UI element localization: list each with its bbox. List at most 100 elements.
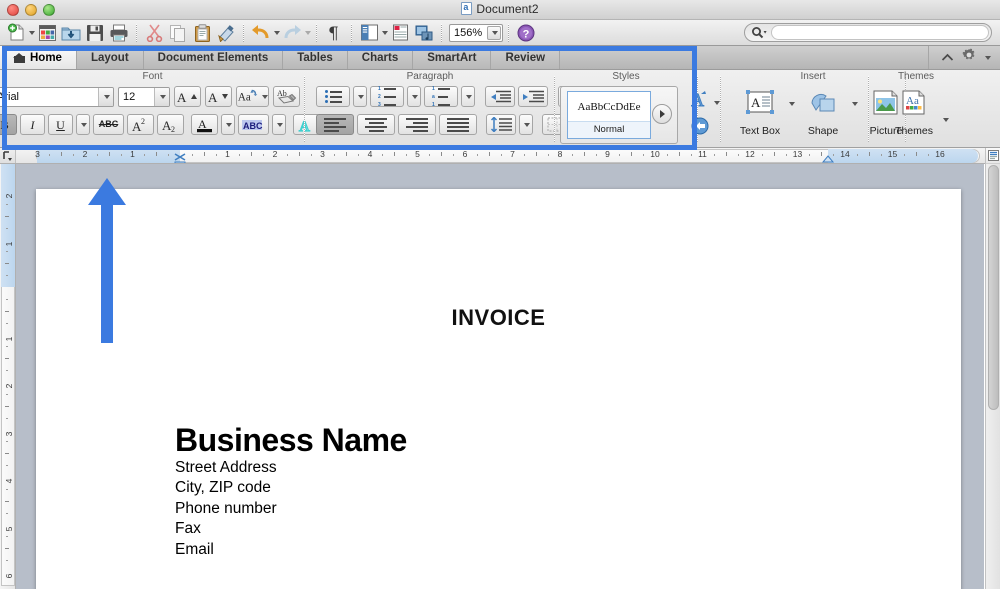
- help-button[interactable]: ?: [514, 22, 538, 44]
- magnifier-icon[interactable]: [751, 26, 767, 39]
- increase-indent-button[interactable]: [518, 86, 548, 107]
- print-button[interactable]: [107, 22, 131, 44]
- tab-document-elements[interactable]: Document Elements: [144, 46, 284, 69]
- template-gallery-button[interactable]: [35, 22, 59, 44]
- notebook-layout-button[interactable]: [388, 22, 412, 44]
- styles-gallery[interactable]: AaBbCcDdEe Normal: [560, 86, 678, 144]
- chevron-down-icon[interactable]: [305, 31, 311, 35]
- chevron-down-icon[interactable]: [98, 88, 113, 106]
- ruler-tick: [61, 152, 62, 156]
- styles-scroll-button[interactable]: [652, 104, 672, 124]
- font-size-combobox[interactable]: 12: [118, 87, 170, 107]
- ruler-number: 2: [4, 194, 14, 199]
- ruler-tick: [786, 154, 787, 156]
- cut-button[interactable]: [142, 22, 166, 44]
- align-center-button[interactable]: [357, 114, 395, 135]
- font-color-button[interactable]: A: [191, 114, 218, 135]
- underline-button[interactable]: U: [48, 114, 73, 135]
- line-spacing-options-button[interactable]: [519, 114, 533, 135]
- vertical-scrollbar[interactable]: [985, 148, 1000, 589]
- copy-button[interactable]: [166, 22, 190, 44]
- chevron-down-icon[interactable]: [985, 56, 991, 60]
- left-indent-marker[interactable]: [173, 156, 187, 164]
- sidebar-button[interactable]: [357, 22, 381, 44]
- themes-button[interactable]: Aa Themes: [886, 88, 942, 137]
- document-view-button[interactable]: [986, 148, 1000, 164]
- wordart-icon[interactable]: A: [691, 90, 713, 115]
- ruler-tick: [216, 154, 217, 156]
- right-indent-marker[interactable]: [821, 152, 835, 164]
- ruler-tick: [6, 299, 8, 300]
- open-button[interactable]: [59, 22, 83, 44]
- ruler-tick: [881, 154, 882, 156]
- show-formatting-button[interactable]: ¶: [322, 22, 346, 44]
- gear-icon[interactable]: [962, 48, 976, 67]
- save-button[interactable]: [83, 22, 107, 44]
- shape-button[interactable]: Shape: [795, 88, 851, 137]
- change-case-button[interactable]: Aa: [236, 86, 269, 107]
- align-left-button[interactable]: [316, 114, 354, 135]
- bold-button[interactable]: B: [0, 114, 17, 135]
- redo-button[interactable]: [280, 22, 304, 44]
- underline-options-button[interactable]: [76, 114, 90, 135]
- svg-text:2: 2: [171, 125, 175, 132]
- search-box[interactable]: [744, 23, 992, 42]
- font-color-options-button[interactable]: [221, 114, 235, 135]
- multilevel-list-button[interactable]: 1a1: [424, 86, 458, 107]
- paste-button[interactable]: [190, 22, 214, 44]
- ruler-tick: [6, 536, 8, 537]
- tab-tables[interactable]: Tables: [283, 46, 348, 69]
- new-document-button[interactable]: [4, 22, 28, 44]
- ruler-tick: [489, 152, 490, 156]
- tab-home[interactable]: Home: [0, 46, 77, 69]
- subscript-button[interactable]: A2: [157, 114, 184, 135]
- tab-layout[interactable]: Layout: [77, 46, 144, 69]
- bullets-button[interactable]: [316, 86, 350, 107]
- zoom-level-combobox[interactable]: 156%: [449, 24, 503, 42]
- ruler-tick: [287, 154, 288, 156]
- chevron-down-icon[interactable]: [154, 88, 169, 106]
- horizontal-ruler[interactable]: 32112345678910111213141516: [0, 148, 1000, 164]
- italic-button[interactable]: I: [20, 114, 45, 135]
- text-callout-icon[interactable]: [691, 116, 713, 141]
- align-right-button[interactable]: [398, 114, 436, 135]
- ruler-tick: [311, 154, 312, 156]
- tab-charts[interactable]: Charts: [348, 46, 413, 69]
- tab-smartart[interactable]: SmartArt: [413, 46, 491, 69]
- line-spacing-button[interactable]: [486, 114, 516, 135]
- numbering-options-button[interactable]: [407, 86, 421, 107]
- text-box-button[interactable]: A Text Box: [732, 88, 788, 137]
- toolbar-separator: [441, 24, 442, 42]
- highlight-options-button[interactable]: [272, 114, 286, 135]
- ruler-tick: [6, 323, 8, 324]
- document-page[interactable]: INVOICE Business Name Street Address Cit…: [36, 189, 961, 589]
- ruler-number: 3: [320, 149, 325, 159]
- justify-button[interactable]: [439, 114, 477, 135]
- style-item-normal[interactable]: AaBbCcDdEe Normal: [567, 91, 651, 139]
- format-painter-button[interactable]: [214, 22, 238, 44]
- font-name-combobox[interactable]: Arial: [0, 87, 114, 107]
- highlight-button[interactable]: ABC: [238, 114, 269, 135]
- ruler-tick: [49, 154, 50, 156]
- document-workspace[interactable]: INVOICE Business Name Street Address Cit…: [16, 164, 984, 589]
- vertical-ruler[interactable]: 21123456: [0, 164, 16, 589]
- multilevel-list-options-button[interactable]: [461, 86, 475, 107]
- strikethrough-button[interactable]: ABC: [93, 114, 124, 135]
- tab-review[interactable]: Review: [491, 46, 560, 69]
- chevron-down-icon[interactable]: [943, 118, 949, 122]
- superscript-button[interactable]: A2: [127, 114, 154, 135]
- chevron-down-icon[interactable]: [487, 26, 501, 40]
- tab-selector-button[interactable]: [0, 148, 16, 164]
- undo-button[interactable]: [249, 22, 273, 44]
- decrease-indent-button[interactable]: [485, 86, 515, 107]
- shrink-font-button[interactable]: A: [205, 86, 232, 107]
- bullets-options-button[interactable]: [353, 86, 367, 107]
- numbering-button[interactable]: 123: [370, 86, 404, 107]
- clear-formatting-button[interactable]: Ab: [273, 86, 300, 107]
- scrollbar-thumb[interactable]: [988, 165, 999, 410]
- media-browser-button[interactable]: [412, 22, 436, 44]
- grow-font-button[interactable]: A: [174, 86, 201, 107]
- chevron-up-icon[interactable]: [941, 49, 954, 67]
- address-line: Phone number: [175, 499, 407, 520]
- ruler-tick: [6, 489, 8, 490]
